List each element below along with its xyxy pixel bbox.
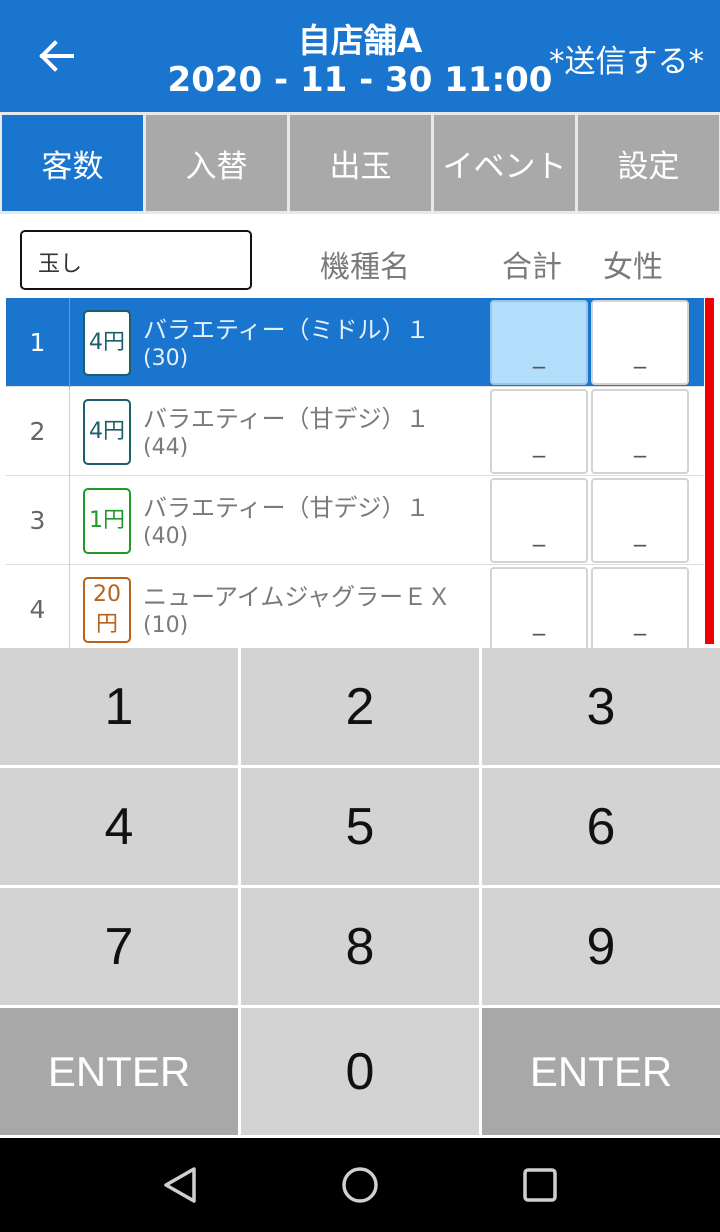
numeric-keypad: 1 2 3 4 5 6 7 8 9 ENTER 0 ENTER <box>0 648 720 1138</box>
female-cell[interactable]: _ <box>591 567 689 648</box>
total-cell[interactable]: _ <box>490 389 588 474</box>
column-header-total: 合計 <box>502 250 562 285</box>
machine-count: (10) <box>143 613 189 638</box>
table-row[interactable]: 3 1円 バラエティー（甘デジ）１ (40) _ _ <box>6 476 704 565</box>
machine-name: ニューアイムジャグラーＥＸ <box>143 583 452 611</box>
machine-name: バラエティー（甘デジ）１ <box>143 494 430 522</box>
filter-input[interactable]: 玉し <box>20 230 252 290</box>
tab-event[interactable]: イベント <box>434 115 575 211</box>
triangle-back-icon <box>164 1167 196 1203</box>
key-1[interactable]: 1 <box>0 648 238 765</box>
machine-count: (30) <box>143 346 189 371</box>
row-number: 4 <box>6 565 70 648</box>
row-number: 1 <box>6 298 70 387</box>
tab-settings[interactable]: 設定 <box>578 115 719 211</box>
rate-badge: 4円 <box>83 310 131 376</box>
column-header-female: 女性 <box>603 250 663 285</box>
table-row[interactable]: 2 4円 バラエティー（甘デジ）１ (44) _ _ <box>6 387 704 476</box>
app-header: 自店舗A 2020 - 11 - 30 11:00 *送信する* <box>0 0 720 112</box>
machine-name: バラエティー（ミドル）１ <box>143 316 430 344</box>
tab-payout[interactable]: 出玉 <box>290 115 431 211</box>
nav-recents-button[interactable] <box>515 1160 565 1210</box>
enter-button-right[interactable]: ENTER <box>482 1008 720 1135</box>
scroll-indicator <box>705 298 714 644</box>
total-cell[interactable]: _ <box>490 300 588 385</box>
tab-bar: 客数 入替 出玉 イベント 設定 <box>0 112 720 214</box>
total-cell[interactable]: _ <box>490 567 588 648</box>
machine-list: 1 4円 バラエティー（ミドル）１ (30) _ _ 2 4円 バラエティー（甘… <box>0 298 720 648</box>
square-recents-icon <box>523 1168 557 1202</box>
key-9[interactable]: 9 <box>482 888 720 1005</box>
machine-name: バラエティー（甘デジ）１ <box>143 405 430 433</box>
key-7[interactable]: 7 <box>0 888 238 1005</box>
total-cell[interactable]: _ <box>490 478 588 563</box>
tab-replacement[interactable]: 入替 <box>146 115 287 211</box>
row-number: 3 <box>6 476 70 565</box>
female-cell[interactable]: _ <box>591 300 689 385</box>
tab-customer-count[interactable]: 客数 <box>2 115 143 211</box>
key-2[interactable]: 2 <box>241 648 479 765</box>
nav-back-button[interactable] <box>155 1160 205 1210</box>
system-nav-bar <box>0 1138 720 1232</box>
send-button[interactable]: *送信する* <box>549 36 704 81</box>
machine-count: (44) <box>143 435 189 460</box>
key-3[interactable]: 3 <box>482 648 720 765</box>
rate-badge: 4円 <box>83 399 131 465</box>
circle-home-icon <box>342 1167 378 1203</box>
key-6[interactable]: 6 <box>482 768 720 885</box>
rate-badge: 1円 <box>83 488 131 554</box>
table-row[interactable]: 4 20円 ニューアイムジャグラーＥＸ (10) _ _ <box>6 565 704 648</box>
key-8[interactable]: 8 <box>241 888 479 1005</box>
list-header: 玉し 機種名 合計 女性 <box>0 214 720 298</box>
key-5[interactable]: 5 <box>241 768 479 885</box>
female-cell[interactable]: _ <box>591 478 689 563</box>
rate-badge: 20円 <box>83 577 131 643</box>
row-number: 2 <box>6 387 70 476</box>
female-cell[interactable]: _ <box>591 389 689 474</box>
column-header-machine-name: 機種名 <box>320 250 410 285</box>
key-4[interactable]: 4 <box>0 768 238 885</box>
nav-home-button[interactable] <box>335 1160 385 1210</box>
key-0[interactable]: 0 <box>241 1008 479 1135</box>
table-row[interactable]: 1 4円 バラエティー（ミドル）１ (30) _ _ <box>6 298 704 387</box>
machine-count: (40) <box>143 524 189 549</box>
enter-button-left[interactable]: ENTER <box>0 1008 238 1135</box>
